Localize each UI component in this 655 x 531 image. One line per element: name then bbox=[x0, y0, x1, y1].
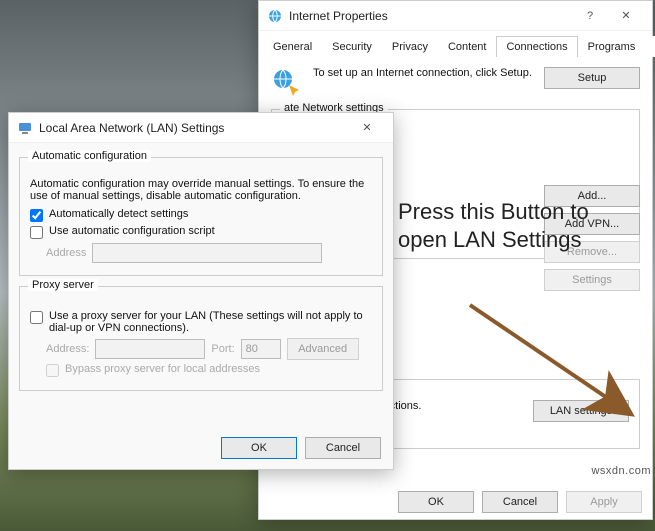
setup-button[interactable]: Setup bbox=[544, 67, 640, 89]
auto-detect-row[interactable]: Automatically detect settings bbox=[30, 208, 372, 222]
auto-script-checkbox[interactable] bbox=[30, 226, 43, 239]
ip-tabs: General Security Privacy Content Connect… bbox=[263, 31, 648, 57]
tab-general[interactable]: General bbox=[263, 36, 322, 57]
lan-titlebar[interactable]: Local Area Network (LAN) Settings ✕ bbox=[9, 113, 393, 143]
add-vpn-button[interactable]: Add VPN... bbox=[544, 213, 640, 235]
proxy-advanced-button: Advanced bbox=[287, 338, 359, 360]
auto-config-group: Automatic configuration Automatic config… bbox=[19, 157, 383, 276]
proxy-port-label: Port: bbox=[211, 343, 234, 355]
auto-detect-checkbox[interactable] bbox=[30, 209, 43, 222]
tab-content[interactable]: Content bbox=[438, 36, 497, 57]
use-proxy-label: Use a proxy server for your LAN (These s… bbox=[49, 310, 372, 334]
internet-options-icon bbox=[267, 8, 283, 24]
ip-close-button[interactable]: ✕ bbox=[608, 2, 644, 30]
ip-ok-button[interactable]: OK bbox=[398, 491, 474, 513]
lan-settings-window: Local Area Network (LAN) Settings ✕ Auto… bbox=[8, 112, 394, 470]
auto-config-desc: Automatic configuration may override man… bbox=[30, 178, 372, 202]
remove-button: Remove... bbox=[544, 241, 640, 263]
auto-script-label: Use automatic configuration script bbox=[49, 225, 215, 237]
use-proxy-checkbox[interactable] bbox=[30, 311, 43, 324]
bypass-row: Bypass proxy server for local addresses bbox=[46, 363, 372, 377]
ip-footer: OK Cancel Apply bbox=[398, 491, 642, 513]
ip-side-buttons: Add... Add VPN... Remove... Settings bbox=[544, 185, 640, 291]
tab-security[interactable]: Security bbox=[322, 36, 382, 57]
ip-title: Internet Properties bbox=[289, 9, 572, 23]
connection-wizard-icon bbox=[271, 67, 303, 99]
lan-body: Automatic configuration Automatic config… bbox=[9, 143, 393, 409]
lan-icon bbox=[17, 120, 33, 136]
auto-detect-label: Automatically detect settings bbox=[49, 208, 188, 220]
bypass-checkbox bbox=[46, 364, 59, 377]
lan-footer: OK Cancel bbox=[221, 437, 381, 459]
ip-titlebar[interactable]: Internet Properties ? ✕ bbox=[259, 1, 652, 31]
proxy-group-title: Proxy server bbox=[28, 279, 98, 291]
bypass-label: Bypass proxy server for local addresses bbox=[65, 363, 260, 375]
proxy-address-label: Address: bbox=[46, 343, 89, 355]
use-proxy-row[interactable]: Use a proxy server for your LAN (These s… bbox=[30, 310, 372, 334]
lan-title: Local Area Network (LAN) Settings bbox=[39, 121, 349, 135]
add-button[interactable]: Add... bbox=[544, 185, 640, 207]
lan-ok-button[interactable]: OK bbox=[221, 437, 297, 459]
settings-button: Settings bbox=[544, 269, 640, 291]
ip-help-button[interactable]: ? bbox=[572, 2, 608, 30]
lan-cancel-button[interactable]: Cancel bbox=[305, 437, 381, 459]
tab-programs[interactable]: Programs bbox=[578, 36, 646, 57]
proxy-address-input bbox=[95, 339, 205, 359]
script-address-input bbox=[92, 243, 322, 263]
watermark: wsxdn.com bbox=[591, 465, 651, 477]
tab-connections[interactable]: Connections bbox=[496, 36, 577, 57]
setup-text: To set up an Internet connection, click … bbox=[313, 67, 534, 81]
auto-script-row[interactable]: Use automatic configuration script bbox=[30, 225, 372, 239]
proxy-port-input bbox=[241, 339, 281, 359]
proxy-group: Proxy server Use a proxy server for your… bbox=[19, 286, 383, 391]
lan-settings-button[interactable]: LAN settings bbox=[533, 400, 629, 422]
lan-close-button[interactable]: ✕ bbox=[349, 114, 385, 142]
script-address-label: Address bbox=[46, 247, 86, 259]
auto-config-title: Automatic configuration bbox=[28, 150, 151, 162]
ip-cancel-button[interactable]: Cancel bbox=[482, 491, 558, 513]
ip-apply-button: Apply bbox=[566, 491, 642, 513]
tab-advanced[interactable]: Advanced bbox=[645, 36, 655, 57]
tab-privacy[interactable]: Privacy bbox=[382, 36, 438, 57]
